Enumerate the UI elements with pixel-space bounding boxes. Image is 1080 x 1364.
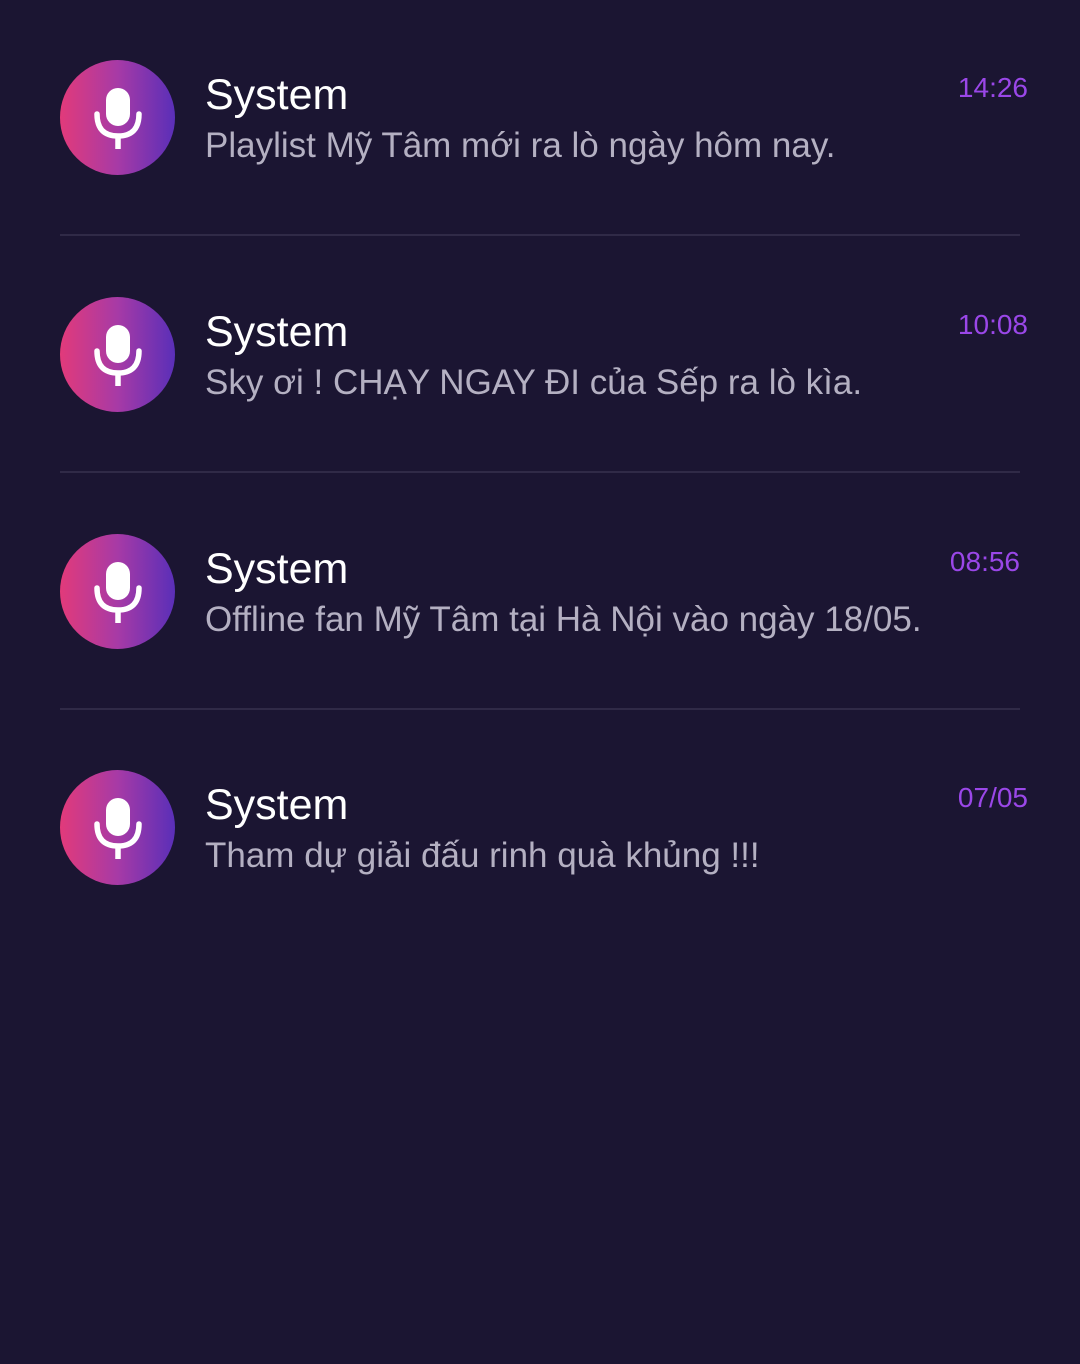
notification-item[interactable]: System Playlist Mỹ Tâm mới ra lò ngày hô… — [0, 0, 1080, 236]
notification-title: System — [205, 71, 349, 119]
notification-time: 08:56 — [949, 546, 1020, 577]
notification-time: 10:08 — [957, 309, 1028, 340]
microphone-icon — [93, 797, 142, 859]
notification-time: 07/05 — [957, 782, 1028, 813]
notification-item[interactable]: System Sky ơi ! CHẠY NGAY ĐI của Sếp ra … — [0, 237, 1080, 473]
notification-avatar — [60, 60, 175, 175]
microphone-icon — [93, 87, 142, 149]
microphone-icon — [93, 324, 142, 386]
notification-avatar — [60, 534, 175, 649]
microphone-icon — [93, 561, 142, 623]
notification-title: System — [205, 545, 349, 593]
divider — [60, 471, 1020, 473]
notification-title: System — [205, 781, 349, 829]
notification-message: Playlist Mỹ Tâm mới ra lò ngày hôm nay. — [205, 126, 836, 165]
notification-title: System — [205, 308, 349, 356]
notification-message: Sky ơi ! CHẠY NGAY ĐI của Sếp ra lò kìa. — [205, 363, 863, 402]
notification-message: Offline fan Mỹ Tâm tại Hà Nội vào ngày 1… — [205, 600, 922, 639]
divider — [60, 234, 1020, 236]
notification-item[interactable]: System Offline fan Mỹ Tâm tại Hà Nội vào… — [0, 474, 1080, 710]
notification-avatar — [60, 297, 175, 412]
notification-message: Tham dự giải đấu rinh quà khủng !!! — [205, 836, 760, 875]
notification-avatar — [60, 770, 175, 885]
notification-item[interactable]: System Tham dự giải đấu rinh quà khủng !… — [0, 710, 1080, 946]
notification-time: 14:26 — [957, 72, 1028, 103]
